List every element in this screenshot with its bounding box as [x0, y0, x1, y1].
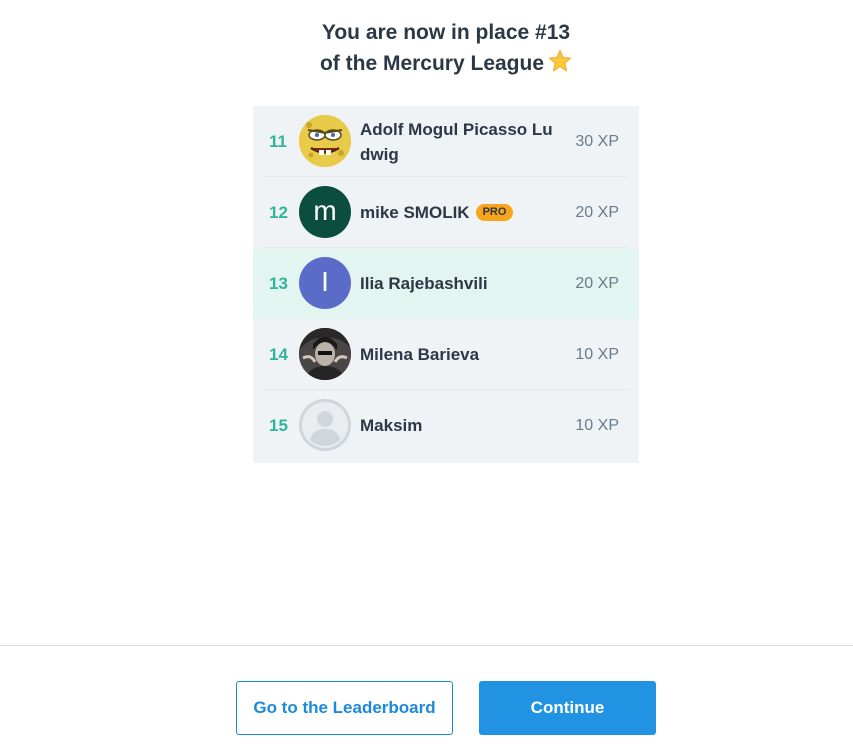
leaderboard-row[interactable]: 12 m mike SMOLIK PRO 20 XP: [253, 177, 639, 248]
xp-value: 30 XP: [575, 133, 619, 150]
xp-value: 10 XP: [575, 417, 619, 434]
title-line-2-text: of the Mercury League: [319, 52, 545, 75]
page-title: You are now in place #13 of the Mercury …: [0, 17, 853, 79]
leaderboard-row[interactable]: 15 Maksim 10 XP: [253, 390, 639, 461]
default-user-avatar: [299, 399, 351, 451]
user-name: mike SMOLIK: [360, 202, 470, 222]
continue-button[interactable]: Continue: [479, 681, 656, 735]
cartoon-sponge-avatar: [299, 115, 351, 167]
user-name-block: mike SMOLIK PRO: [360, 177, 514, 248]
leaderboard-row[interactable]: 11 Adolf Mogul Picasso Ludwig 30 XP: [253, 106, 639, 177]
user-name: Ilia Rajebashvili: [360, 273, 488, 293]
league-result-page: You are now in place #13 of the Mercury …: [0, 0, 853, 754]
rank-number: 13: [269, 274, 288, 293]
leaderboard-row[interactable]: 14 Milena Barieva 10 XP: [253, 319, 639, 390]
rank-number: 15: [269, 416, 288, 435]
title-line-2: of the Mercury League: [0, 48, 853, 79]
star-icon: [548, 49, 572, 73]
pro-badge: PRO: [475, 204, 514, 221]
letter-avatar: m: [299, 186, 351, 238]
rank-number: 14: [269, 345, 288, 364]
footer-divider: [0, 645, 853, 646]
photo-avatar: [299, 328, 351, 380]
letter-avatar: I: [299, 257, 351, 309]
user-name: Maksim: [360, 415, 423, 435]
rank-number: 12: [269, 203, 288, 222]
go-to-leaderboard-button[interactable]: Go to the Leaderboard: [236, 681, 453, 735]
user-name: Adolf Mogul Picasso Ludwig: [360, 119, 553, 164]
user-name: Milena Barieva: [360, 344, 480, 364]
leaderboard-list: 11 Adolf Mogul Picasso Ludwig 30 XP 12 m…: [253, 106, 639, 463]
xp-value: 10 XP: [575, 346, 619, 363]
leaderboard-row-current-user[interactable]: 13 I Ilia Rajebashvili 20 XP: [253, 248, 639, 319]
title-line-1: You are now in place #13: [321, 21, 571, 44]
xp-value: 20 XP: [575, 275, 619, 292]
xp-value: 20 XP: [575, 204, 619, 221]
rank-number: 11: [269, 132, 287, 151]
